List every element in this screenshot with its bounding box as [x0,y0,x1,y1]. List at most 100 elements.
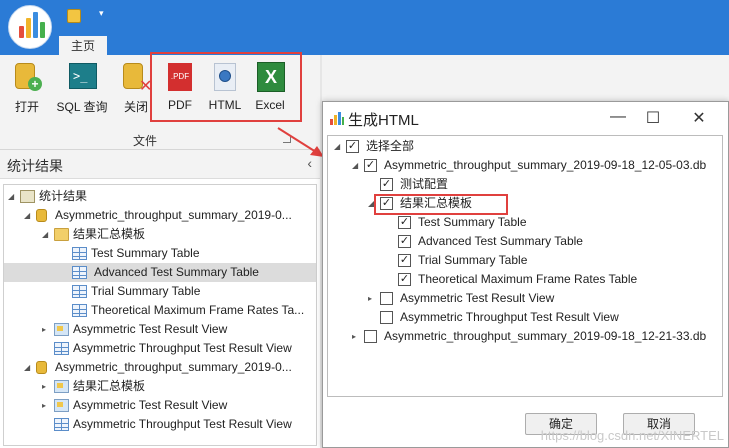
chart-icon-bar [40,22,45,38]
tree-item[interactable]: Theoretical Maximum Frame Rates Ta... [4,301,316,320]
folder-icon [54,228,69,241]
checkbox[interactable]: ✓ [364,159,377,172]
tree-item-label: Asymmetric Throughput Test Result View [73,341,292,355]
tree-item[interactable]: Advanced Test Summary Table [4,263,316,282]
expand-icon[interactable]: ▸ [42,396,52,415]
panel-header: 统计结果 ‹ [0,151,320,179]
dialog-title: 生成HTML [348,112,419,129]
checkbox[interactable]: ✓ [346,140,359,153]
view-icon [54,399,69,412]
checkbox[interactable]: ✓ [398,235,411,248]
collapse-icon[interactable]: ◢ [24,358,34,377]
selection-tree-item[interactable]: ✓ Theoretical Maximum Frame Rates Table [328,270,722,289]
close-database-icon: ✕ [121,61,152,95]
checkbox[interactable] [364,330,377,343]
tree-item[interactable]: ▸ Asymmetric Test Result View [4,396,316,415]
collapse-icon[interactable]: ◢ [24,206,34,225]
tree-item-label: 统计结果 [39,189,88,203]
selection-tree-item[interactable]: ▸ Asymmetric_throughput_summary_2019-09-1… [328,327,722,346]
selection-tree-item-label: Trial Summary Table [418,253,528,267]
checkbox[interactable]: ✓ [380,178,393,191]
collapse-icon[interactable]: ◢ [8,187,18,206]
collapse-icon[interactable]: ◢ [352,156,362,175]
open-database-icon: + [12,61,42,93]
selection-tree-item[interactable]: ✓ 测试配置 [328,175,722,194]
tree-item-label: Theoretical Maximum Frame Rates Ta... [91,303,305,317]
collapse-icon[interactable]: ◢ [42,225,52,244]
root-icon [20,190,35,203]
tree-item-label: Asymmetric_throughput_summary_2019-0... [55,360,292,374]
selection-tree-item[interactable]: ▸ Asymmetric Test Result View [328,289,722,308]
quick-access-save-icon[interactable] [67,9,81,23]
tree-item-label: 结果汇总模板 [73,379,146,393]
selection-tree-item-label: Asymmetric Throughput Test Result View [400,310,619,324]
tree-item[interactable]: ▸ Asymmetric Test Result View [4,320,316,339]
selection-tree-item[interactable]: ✓ Advanced Test Summary Table [328,232,722,251]
results-panel: 统计结果 ‹ ◢ 统计结果 ◢ Asymmetric_throughput_summa… [0,151,320,448]
collapse-icon[interactable]: ◢ [334,137,344,156]
sql-query-button[interactable]: >_ SQL 查询 [56,59,108,119]
table-icon [72,266,87,279]
tab-home[interactable]: 主页 [59,36,107,56]
maximize-icon[interactable]: ☐ [641,108,665,128]
selection-tree-item[interactable]: ✓ Test Summary Table [328,213,722,232]
tree-item-label: Asymmetric Test Result View [73,322,228,336]
expand-icon[interactable]: ▸ [352,327,362,346]
tree-item[interactable]: ▸ 结果汇总模板 [4,377,316,396]
tree-item-label: Trial Summary Table [91,284,201,298]
tree-item-label: Advanced Test Summary Table [94,265,259,279]
selection-tree-item-label: Asymmetric_throughput_summary_2019-09-18… [384,329,707,343]
selection-tree-item-label: 测试配置 [400,177,449,191]
selection-tree-item[interactable]: ◢ ✓ Asymmetric_throughput_summary_2019-09-… [328,156,722,175]
selection-tree-item-label: Asymmetric_throughput_summary_2019-09-18… [384,158,707,172]
table-icon [54,418,69,431]
checkbox[interactable]: ✓ [398,216,411,229]
checkbox[interactable]: ✓ [398,273,411,286]
chart-icon [330,112,344,125]
ribbon-group-label: 文件 [132,134,157,148]
arrow-icon [277,127,324,157]
tree-item[interactable]: Asymmetric Throughput Test Result View [4,339,316,358]
selection-tree-item-label: Advanced Test Summary Table [418,234,583,248]
tree-item[interactable]: ◢ Asymmetric_throughput_summary_2019-0... [4,206,316,225]
expand-icon[interactable]: ▸ [368,289,378,308]
tree-item-label: 结果汇总模板 [73,227,146,241]
selection-tree-item-label: Test Summary Table [418,215,527,229]
selection-tree-item[interactable]: ✓ Trial Summary Table [328,251,722,270]
quick-access-dropdown-icon[interactable]: ▾ [99,8,104,19]
checkbox[interactable] [380,292,393,305]
expand-icon[interactable]: ▸ [42,377,52,396]
tree-item[interactable]: Test Summary Table [4,244,316,263]
table-icon [72,247,87,260]
terminal-icon: >_ [67,61,97,93]
selection-tree-item-label: 选择全部 [366,139,415,153]
close-icon[interactable]: ✕ [687,108,711,128]
dialog-titlebar: 生成HTML — ☐ ✕ [323,102,728,134]
selection-tree-item[interactable]: Asymmetric Throughput Test Result View [328,308,722,327]
checkbox[interactable] [380,311,393,324]
expand-icon[interactable]: ▸ [42,320,52,339]
title-bar: ▾ 主页 [0,0,729,56]
tree-item[interactable]: ◢ 结果汇总模板 [4,225,316,244]
tree-item-label: Asymmetric_throughput_summary_2019-0... [55,208,292,222]
tree-item[interactable]: Trial Summary Table [4,282,316,301]
tree-item[interactable]: Asymmetric Throughput Test Result View [4,415,316,434]
selection-tree-item[interactable]: ◢ ✓ 选择全部 [328,137,722,156]
selection-tree-item-label: Asymmetric Test Result View [400,291,555,305]
tree-item[interactable]: ◢ Asymmetric_throughput_summary_2019-0... [4,358,316,377]
minimize-icon[interactable]: — [606,108,630,126]
table-icon [72,304,87,317]
chart-icon-bar [19,26,24,38]
open-button-label: 打开 [14,100,39,114]
database-icon [36,209,47,222]
open-button[interactable]: + 打开 [5,59,49,119]
selection-tree-item-label: Theoretical Maximum Frame Rates Table [418,272,638,286]
table-icon [72,285,87,298]
results-tree: ◢ 统计结果 ◢ Asymmetric_throughput_summary_2019… [3,184,317,446]
view-icon [54,380,69,393]
app-menu-button[interactable] [8,5,52,49]
table-icon [54,342,69,355]
checkbox[interactable]: ✓ [398,254,411,267]
tree-item[interactable]: ◢ 统计结果 [4,187,316,206]
export-buttons-highlight [150,52,302,122]
